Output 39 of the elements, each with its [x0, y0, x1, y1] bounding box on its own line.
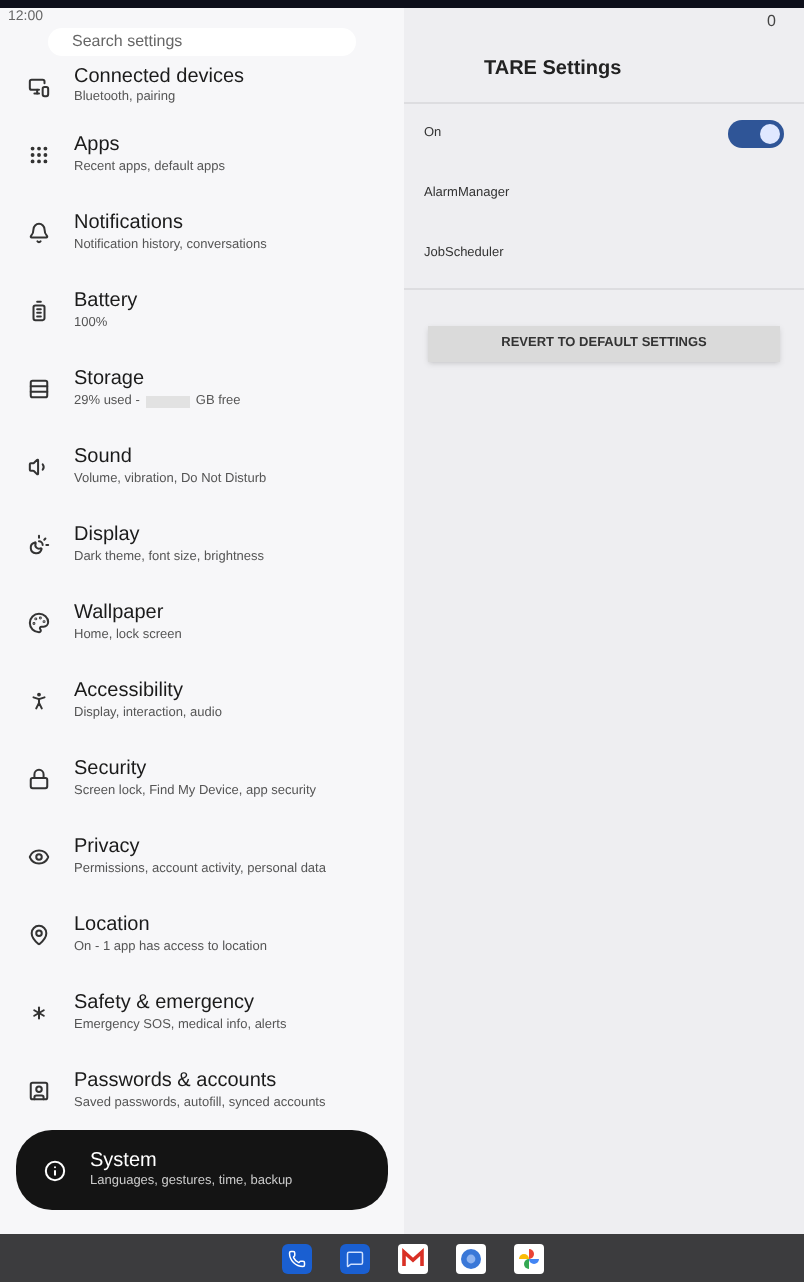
location-pin-icon	[28, 924, 50, 946]
messages-app-icon[interactable]	[339, 1243, 369, 1273]
asterisk-icon	[28, 1002, 50, 1024]
pinwheel-app-icon[interactable]	[513, 1243, 543, 1273]
item-title: Passwords & accounts	[74, 1070, 279, 1096]
info-icon	[44, 1159, 66, 1181]
storage-icon	[28, 378, 50, 400]
mail-app-icon[interactable]	[397, 1243, 427, 1273]
grid-icon	[28, 144, 50, 166]
eye-icon	[28, 846, 50, 868]
item-title: Accessibility	[74, 680, 185, 706]
devices-icon	[28, 75, 50, 97]
item-title: Location	[74, 914, 152, 940]
account-card-icon	[28, 1080, 50, 1102]
speaker-icon	[28, 456, 50, 478]
item-title: Privacy	[74, 836, 142, 862]
brightness-icon	[28, 534, 50, 556]
item-title: Display	[74, 524, 142, 550]
search-field[interactable]: Search settings	[48, 28, 356, 56]
palette-icon	[28, 612, 50, 634]
toggle-switch[interactable]	[728, 120, 784, 148]
item-title: Safety & emergency	[74, 992, 257, 1018]
item-title: Notifications	[74, 212, 185, 238]
item-title: Wallpaper	[74, 602, 166, 628]
item-title: Battery	[74, 290, 138, 316]
page-title: TARE Settings	[484, 56, 622, 84]
browser-app-icon[interactable]	[455, 1243, 485, 1273]
lock-icon	[28, 768, 50, 790]
person-icon	[28, 690, 50, 712]
status-indicator: 0	[767, 10, 776, 34]
phone-app-icon[interactable]	[281, 1243, 311, 1273]
item-title: Sound	[74, 446, 134, 472]
item-title: Connected devices	[74, 65, 245, 90]
battery-icon	[28, 300, 50, 322]
item-title: System	[90, 1149, 159, 1175]
item-title: Apps	[74, 134, 122, 160]
item-title: Security	[74, 758, 149, 784]
bell-icon	[28, 222, 50, 244]
item-title: Storage	[74, 368, 147, 394]
